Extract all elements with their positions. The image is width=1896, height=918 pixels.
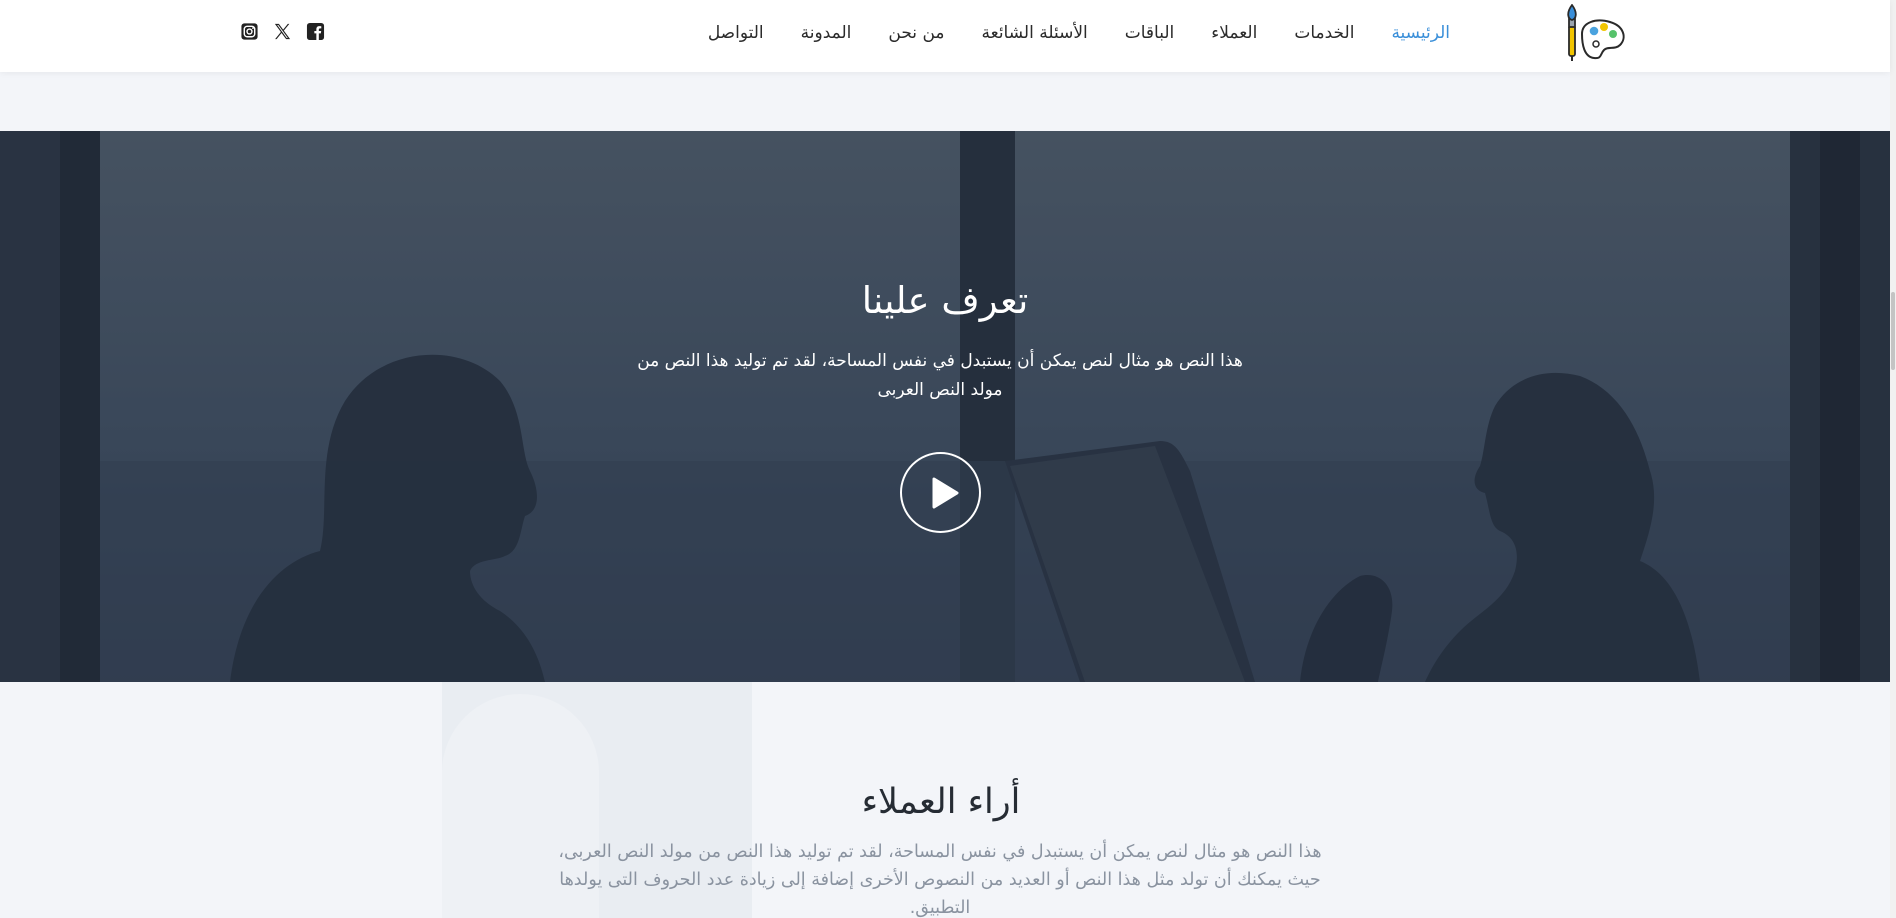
- nav-link-faq[interactable]: الأسئلة الشائعة: [982, 23, 1088, 43]
- testimonials-description: هذا النص هو مثال لنص يمكن أن يستبدل في ن…: [535, 838, 1345, 918]
- nav-link-clients[interactable]: العملاء: [1211, 23, 1257, 43]
- hero-description-line-2: مولد النص العربى: [877, 380, 1003, 400]
- testimonials-description-line-2: حيث يمكنك أن تولد مثل هذا النص أو العديد…: [559, 870, 1321, 890]
- hero-dark-overlay: [0, 131, 1890, 682]
- testimonials-title: أراء العملاء: [861, 782, 1021, 822]
- testimonials-description-line-1: هذا النص هو مثال لنص يمكن أن يستبدل في ن…: [558, 842, 1322, 862]
- social-links: [240, 22, 325, 41]
- nav-link-home[interactable]: الرئيسية: [1391, 23, 1450, 43]
- testimonials-description-line-3: التطبيق.: [909, 898, 971, 918]
- nav-link-packages[interactable]: الباقات: [1125, 23, 1175, 43]
- page-scrollbar-thumb[interactable]: [1891, 292, 1895, 370]
- facebook-icon[interactable]: [306, 22, 325, 41]
- play-video-button[interactable]: [900, 452, 981, 533]
- palette-brush-icon: [1567, 3, 1625, 61]
- nav-link-services[interactable]: الخدمات: [1294, 23, 1354, 43]
- hero-description-line-1: هذا النص هو مثال لنص يمكن أن يستبدل في ن…: [637, 351, 1243, 371]
- nav-link-contact[interactable]: التواصل: [708, 23, 764, 43]
- top-navbar: الرئيسية الخدمات العملاء الباقات الأسئلة…: [0, 0, 1890, 72]
- about-hero-section: تعرف علينا هذا النص هو مثال لنص يمكن أن …: [0, 131, 1890, 682]
- hero-description: هذا النص هو مثال لنص يمكن أن يستبدل في ن…: [610, 347, 1270, 405]
- page-scrollbar[interactable]: [1890, 0, 1896, 918]
- nav-link-about[interactable]: من نحن: [888, 23, 944, 43]
- nav-link-blog[interactable]: المدونة: [801, 23, 852, 43]
- hero-title: تعرف علينا: [861, 279, 1029, 322]
- x-twitter-icon[interactable]: [273, 22, 292, 41]
- instagram-icon[interactable]: [240, 22, 259, 41]
- site-logo[interactable]: [1560, 3, 1630, 62]
- play-icon: [932, 477, 958, 508]
- main-nav: الرئيسية الخدمات العملاء الباقات الأسئلة…: [708, 0, 1450, 66]
